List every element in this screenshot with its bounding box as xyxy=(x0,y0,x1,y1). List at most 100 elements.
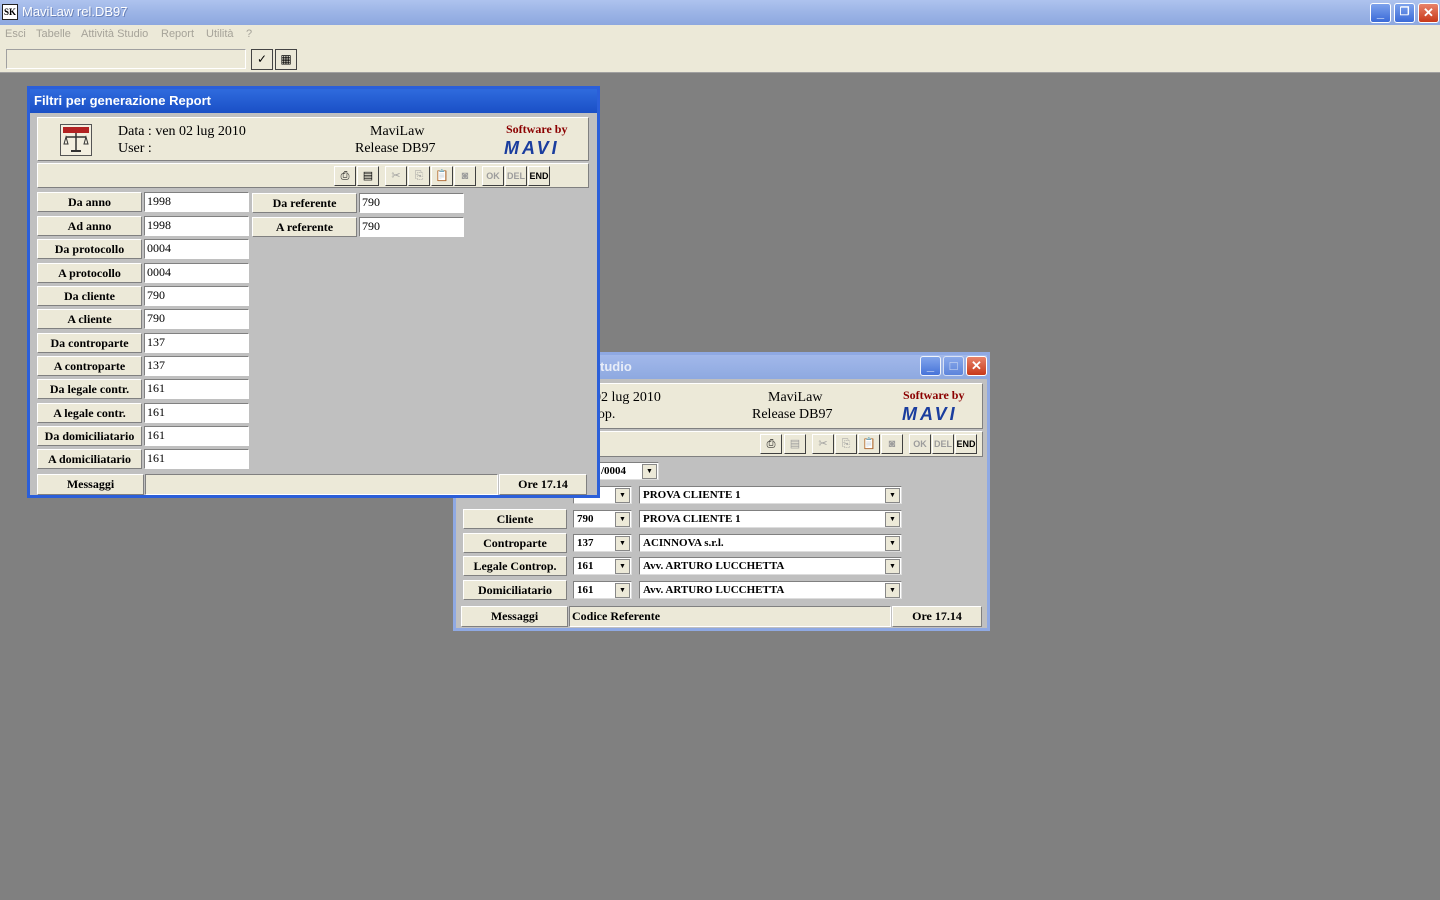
input-da-legale-contr[interactable]: 161 xyxy=(144,379,249,399)
back-legale-name-value: Avv. ARTURO LUCCHETTA xyxy=(643,560,785,572)
filter-mavi-logo: MAVI xyxy=(504,138,560,158)
chevron-down-icon[interactable]: ▼ xyxy=(885,488,900,503)
input-a-referente[interactable]: 790 xyxy=(359,217,464,237)
back-legale-name[interactable]: Avv. ARTURO LUCCHETTA ▼ xyxy=(639,557,902,575)
preview-icon[interactable]: ▤ xyxy=(357,166,379,186)
print-icon[interactable]: ⎙ xyxy=(334,166,356,186)
chevron-down-icon[interactable]: ▼ xyxy=(615,536,630,551)
label-da-controparte: Da controparte xyxy=(37,333,142,353)
label-a-referente: A referente xyxy=(252,217,357,237)
filter-status-label: Messaggi xyxy=(37,474,144,495)
chevron-down-icon[interactable]: ▼ xyxy=(615,512,630,527)
back-cliente-name[interactable]: PROVA CLIENTE 1 ▼ xyxy=(639,510,902,528)
copy-icon[interactable]: ⎘ xyxy=(408,166,430,186)
menu-report[interactable]: Report xyxy=(161,28,194,40)
back-domiciliatario-code[interactable]: 161 ▼ xyxy=(573,581,632,599)
input-a-controparte[interactable]: 137 xyxy=(144,356,249,376)
back-legale-code-value: 161 xyxy=(577,560,594,572)
menu-esci[interactable]: Esci xyxy=(5,28,26,40)
check-icon[interactable]: ✓ xyxy=(251,49,273,70)
chevron-down-icon[interactable]: ▼ xyxy=(885,536,900,551)
paste-icon[interactable]: 📋 xyxy=(431,166,453,186)
input-ad-anno[interactable]: 1998 xyxy=(144,216,249,236)
chevron-down-icon[interactable]: ▼ xyxy=(642,464,657,479)
back-preview-icon[interactable]: ▤ xyxy=(784,434,806,454)
main-toolbar: ✓ ▦ xyxy=(0,45,1440,73)
back-cut-icon[interactable]: ✂ xyxy=(812,434,834,454)
label-da-referente: Da referente xyxy=(252,193,357,213)
label-da-legale-contr: Da legale contr. xyxy=(37,379,142,399)
back-minimize-button[interactable]: _ xyxy=(920,356,941,376)
app-icon: ЅK xyxy=(2,4,18,20)
back-controparte-code-value: 137 xyxy=(577,537,594,549)
chevron-down-icon[interactable]: ▼ xyxy=(615,583,630,598)
input-a-legale-contr[interactable]: 161 xyxy=(144,403,249,423)
filter-toolbar: ⎙ ▤ ✂ ⎘ 📋 ◙ OK DEL END xyxy=(37,163,589,188)
restore-button[interactable]: ❐ xyxy=(1394,3,1415,23)
back-status-time: Ore 17.14 xyxy=(892,606,982,627)
back-label-cliente: Cliente xyxy=(463,509,567,529)
back-maximize-button[interactable]: □ xyxy=(943,356,964,376)
back-software-by: Software by xyxy=(903,388,965,402)
filter-status-time: Ore 17.14 xyxy=(499,474,587,495)
input-da-referente[interactable]: 790 xyxy=(359,193,464,213)
back-cliente-name-value: PROVA CLIENTE 1 xyxy=(643,513,741,525)
back-controparte-name[interactable]: ACINNOVA s.r.l. ▼ xyxy=(639,534,902,552)
menu-help[interactable]: ? xyxy=(246,28,252,40)
input-da-controparte[interactable]: 137 xyxy=(144,333,249,353)
input-a-domiciliatario[interactable]: 161 xyxy=(144,449,249,469)
back-print-icon[interactable]: ⎙ xyxy=(760,434,782,454)
justice-logo-icon xyxy=(60,124,92,156)
back-row0-name[interactable]: PROVA CLIENTE 1 ▼ xyxy=(639,486,902,504)
input-da-domiciliatario[interactable]: 161 xyxy=(144,426,249,446)
label-da-cliente: Da cliente xyxy=(37,286,142,306)
toolbar-combo[interactable] xyxy=(6,49,246,69)
calculator-icon[interactable]: ▦ xyxy=(275,49,297,70)
close-button[interactable]: ✕ xyxy=(1418,3,1439,23)
input-a-cliente[interactable]: 790 xyxy=(144,309,249,329)
menu-attivita-studio[interactable]: Attività Studio xyxy=(81,28,148,40)
back-controparte-code[interactable]: 137 ▼ xyxy=(573,534,632,552)
label-a-legale-contr: A legale contr. xyxy=(37,403,142,423)
back-release-label: Release DB97 xyxy=(752,407,833,422)
back-close-button[interactable]: ✕ xyxy=(966,356,987,376)
back-window-title: tudio xyxy=(600,359,632,374)
app-title-bar: ЅK MaviLaw rel.DB97 _ ❐ ✕ xyxy=(0,0,1440,25)
chevron-down-icon[interactable]: ▼ xyxy=(615,488,630,503)
chevron-down-icon[interactable]: ▼ xyxy=(885,559,900,574)
back-protocol-combo[interactable]: /0004 ▼ xyxy=(597,462,659,480)
menu-utilita[interactable]: Utilità xyxy=(206,28,234,40)
del-button[interactable]: DEL xyxy=(505,166,527,186)
input-a-protocollo[interactable]: 0004 xyxy=(144,263,249,283)
back-cliente-code[interactable]: 790 ▼ xyxy=(573,510,632,528)
app-title: MaviLaw rel.DB97 xyxy=(22,4,128,19)
menu-tabelle[interactable]: Tabelle xyxy=(36,28,71,40)
filter-date-label: Data : ven 02 lug 2010 xyxy=(118,124,246,139)
back-del-button[interactable]: DEL xyxy=(932,434,954,454)
filter-window-title: Filtri per generazione Report xyxy=(34,93,211,108)
chevron-down-icon[interactable]: ▼ xyxy=(885,512,900,527)
back-camera-icon[interactable]: ◙ xyxy=(881,434,903,454)
back-status-label: Messaggi xyxy=(461,606,568,627)
end-button[interactable]: END xyxy=(528,166,550,186)
back-domiciliatario-name[interactable]: Avv. ARTURO LUCCHETTA ▼ xyxy=(639,581,902,599)
back-end-button[interactable]: END xyxy=(955,434,977,454)
camera-icon[interactable]: ◙ xyxy=(454,166,476,186)
back-status-message: Codice Referente xyxy=(569,606,891,627)
back-ok-button[interactable]: OK xyxy=(909,434,931,454)
chevron-down-icon[interactable]: ▼ xyxy=(885,583,900,598)
chevron-down-icon[interactable]: ▼ xyxy=(615,559,630,574)
back-mavi-logo: MAVI xyxy=(902,404,958,424)
minimize-button[interactable]: _ xyxy=(1370,3,1391,23)
cut-icon[interactable]: ✂ xyxy=(385,166,407,186)
back-paste-icon[interactable]: 📋 xyxy=(858,434,880,454)
filter-status-message xyxy=(145,474,498,495)
input-da-protocollo[interactable]: 0004 xyxy=(144,239,249,259)
input-da-cliente[interactable]: 790 xyxy=(144,286,249,306)
input-da-anno[interactable]: 1998 xyxy=(144,192,249,212)
back-legale-code[interactable]: 161 ▼ xyxy=(573,557,632,575)
filter-user-label: User : xyxy=(118,141,152,156)
back-copy-icon[interactable]: ⎘ xyxy=(835,434,857,454)
back-controparte-name-value: ACINNOVA s.r.l. xyxy=(643,537,724,549)
ok-button[interactable]: OK xyxy=(482,166,504,186)
